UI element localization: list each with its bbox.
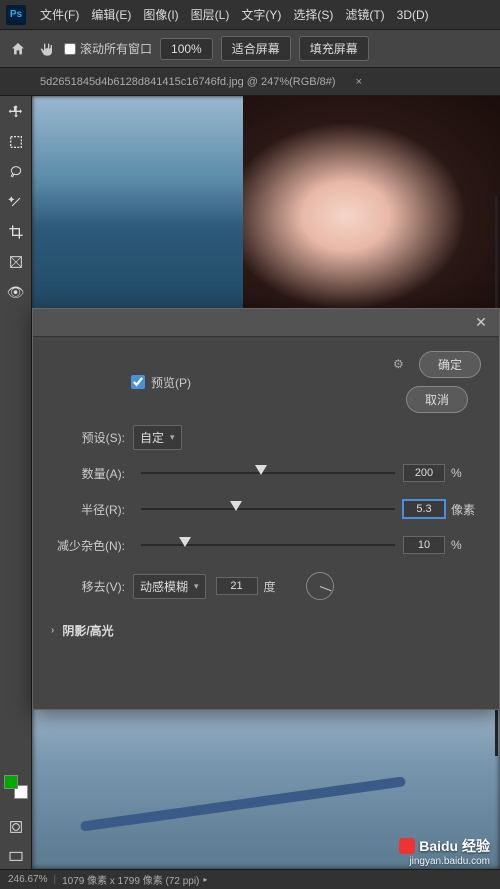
color-swatches[interactable] (4, 775, 28, 799)
close-icon[interactable]: ✕ (471, 313, 491, 333)
watermark-brand: Baidu 经验 (419, 836, 490, 856)
document-tab-bar: 5d2651845d4b6128d841415c16746fd.jpg @ 24… (0, 68, 500, 96)
preset-value: 自定 (140, 429, 164, 446)
amount-input[interactable] (403, 464, 445, 482)
fill-screen-button[interactable]: 填充屏幕 (299, 36, 369, 61)
wand-tool[interactable] (4, 190, 28, 214)
status-bar: 246.67% | 1079 像素 x 1799 像素 (72 ppi) ▸ (0, 869, 500, 889)
angle-dial[interactable] (306, 572, 334, 600)
crop-tool[interactable] (4, 220, 28, 244)
sharpen-dialog: ✕ 预览(P) ⚙ 确定 取消 预设(S): 自定 (32, 308, 500, 710)
radius-slider[interactable] (141, 501, 395, 517)
noise-label: 减少杂色(N): (51, 537, 133, 554)
main-area: 👁 ✕ 预览(P) (0, 96, 500, 869)
ok-button[interactable]: 确定 (419, 351, 481, 378)
watermark-url: jingyan.baidu.com (399, 856, 490, 867)
shadows-highlights-label: 阴影/高光 (62, 622, 113, 639)
image-portrait (243, 96, 500, 336)
preview-label: 预览(P) (151, 374, 191, 391)
scroll-all-checkbox[interactable]: 滚动所有窗口 (64, 40, 152, 57)
cancel-button[interactable]: 取消 (406, 386, 468, 413)
angle-input[interactable] (216, 577, 258, 595)
menu-file[interactable]: 文件(F) (34, 6, 85, 23)
ps-logo: Ps (6, 5, 26, 25)
quickmask-icon[interactable] (4, 815, 28, 839)
fit-screen-button[interactable]: 适合屏幕 (221, 36, 291, 61)
noise-input[interactable] (403, 536, 445, 554)
marquee-tool[interactable] (4, 130, 28, 154)
chevron-right-icon[interactable]: ▸ (203, 875, 207, 884)
scroll-all-input[interactable] (64, 43, 76, 55)
noise-unit: % (451, 538, 481, 552)
menubar: Ps 文件(F) 编辑(E) 图像(I) 图层(L) 文字(Y) 选择(S) 滤… (0, 0, 500, 30)
chevron-down-icon: ▾ (170, 432, 175, 443)
screenmode-icon[interactable] (4, 845, 28, 869)
radius-input[interactable] (403, 500, 445, 518)
zoom-100-button[interactable]: 100% (160, 38, 213, 60)
remove-value: 动感模糊 (140, 578, 188, 595)
remove-label: 移去(V): (51, 578, 133, 595)
noise-slider[interactable] (141, 537, 395, 553)
chevron-down-icon: ▾ (194, 581, 199, 592)
preset-label: 预设(S): (51, 429, 133, 446)
watermark: Baidu 经验 jingyan.baidu.com (399, 836, 490, 867)
document-tab-title[interactable]: 5d2651845d4b6128d841415c16746fd.jpg @ 24… (40, 76, 336, 88)
foreground-swatch[interactable] (4, 775, 18, 789)
menu-type[interactable]: 文字(Y) (235, 6, 287, 23)
preview-input[interactable] (131, 375, 145, 389)
menu-image[interactable]: 图像(I) (137, 6, 184, 23)
status-zoom[interactable]: 246.67% (8, 874, 47, 885)
left-toolbar: 👁 (0, 96, 32, 869)
move-tool[interactable] (4, 100, 28, 124)
lasso-tool[interactable] (4, 160, 28, 184)
hand-tool-icon[interactable] (36, 39, 56, 59)
eye-tool[interactable]: 👁 (4, 280, 28, 304)
baidu-paw-icon (399, 838, 415, 854)
scroll-all-label: 滚动所有窗口 (80, 40, 152, 57)
radius-label: 半径(R): (51, 501, 133, 518)
menu-3d[interactable]: 3D(D) (391, 8, 435, 22)
menu-filter[interactable]: 滤镜(T) (339, 6, 390, 23)
radius-unit: 像素 (451, 501, 481, 518)
frame-tool[interactable] (4, 250, 28, 274)
menu-select[interactable]: 选择(S) (287, 6, 339, 23)
home-icon[interactable] (8, 39, 28, 59)
amount-unit: % (451, 466, 481, 480)
chevron-right-icon: › (51, 625, 54, 636)
gear-icon[interactable]: ⚙ (393, 357, 409, 373)
amount-slider[interactable] (141, 465, 395, 481)
dialog-titlebar[interactable]: ✕ (33, 309, 499, 337)
options-bar: 滚动所有窗口 100% 适合屏幕 填充屏幕 (0, 30, 500, 68)
status-dimensions: 1079 像素 x 1799 像素 (72 ppi) (62, 872, 199, 887)
preview-checkbox[interactable]: 预览(P) (131, 374, 191, 391)
preset-select[interactable]: 自定 ▾ (133, 425, 182, 450)
shadows-highlights-section[interactable]: › 阴影/高光 (51, 616, 481, 645)
amount-label: 数量(A): (51, 465, 133, 482)
menu-layer[interactable]: 图层(L) (185, 6, 236, 23)
menu-edit[interactable]: 编辑(E) (85, 6, 137, 23)
remove-select[interactable]: 动感模糊 ▾ (133, 574, 206, 599)
tab-close-icon[interactable]: × (356, 76, 362, 88)
angle-unit: 度 (264, 578, 294, 595)
